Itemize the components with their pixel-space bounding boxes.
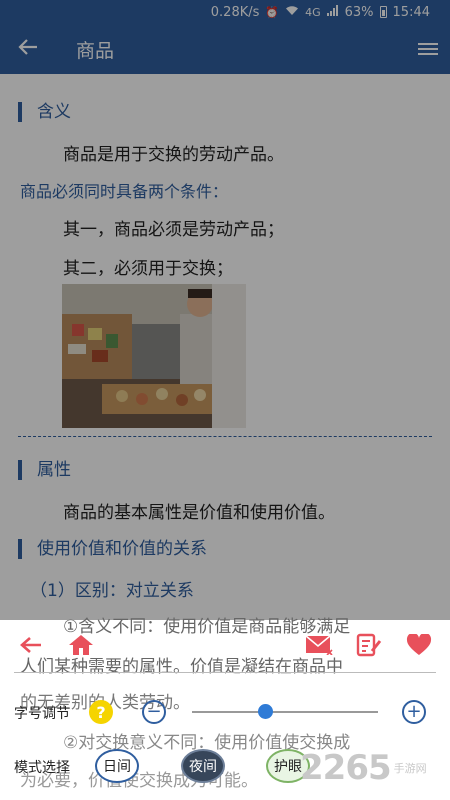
font-decrease-button[interactable]: −: [142, 700, 166, 724]
dim-overlay[interactable]: [0, 0, 450, 620]
font-size-label: 字号调节: [14, 706, 70, 722]
help-icon[interactable]: ?: [89, 700, 113, 724]
mode-label: 模式选择: [14, 760, 70, 776]
font-size-slider-knob[interactable]: [257, 704, 273, 719]
back-icon[interactable]: [16, 627, 46, 663]
mode-night-button[interactable]: 夜间: [181, 749, 225, 783]
home-icon[interactable]: [66, 627, 96, 663]
watermark-brand: 2265: [300, 747, 392, 788]
watermark-logo: 2265 手游网: [300, 745, 450, 790]
font-increase-button[interactable]: +: [402, 700, 426, 724]
font-size-slider[interactable]: [192, 711, 378, 713]
heart-icon[interactable]: [404, 627, 434, 663]
notes-icon[interactable]: [354, 627, 384, 663]
panel-divider: [14, 672, 436, 673]
panel-toolbar: [0, 627, 450, 663]
mode-day-button[interactable]: 日间: [95, 749, 139, 783]
mail-icon[interactable]: [304, 627, 334, 663]
watermark-label: 手游网: [393, 761, 427, 775]
